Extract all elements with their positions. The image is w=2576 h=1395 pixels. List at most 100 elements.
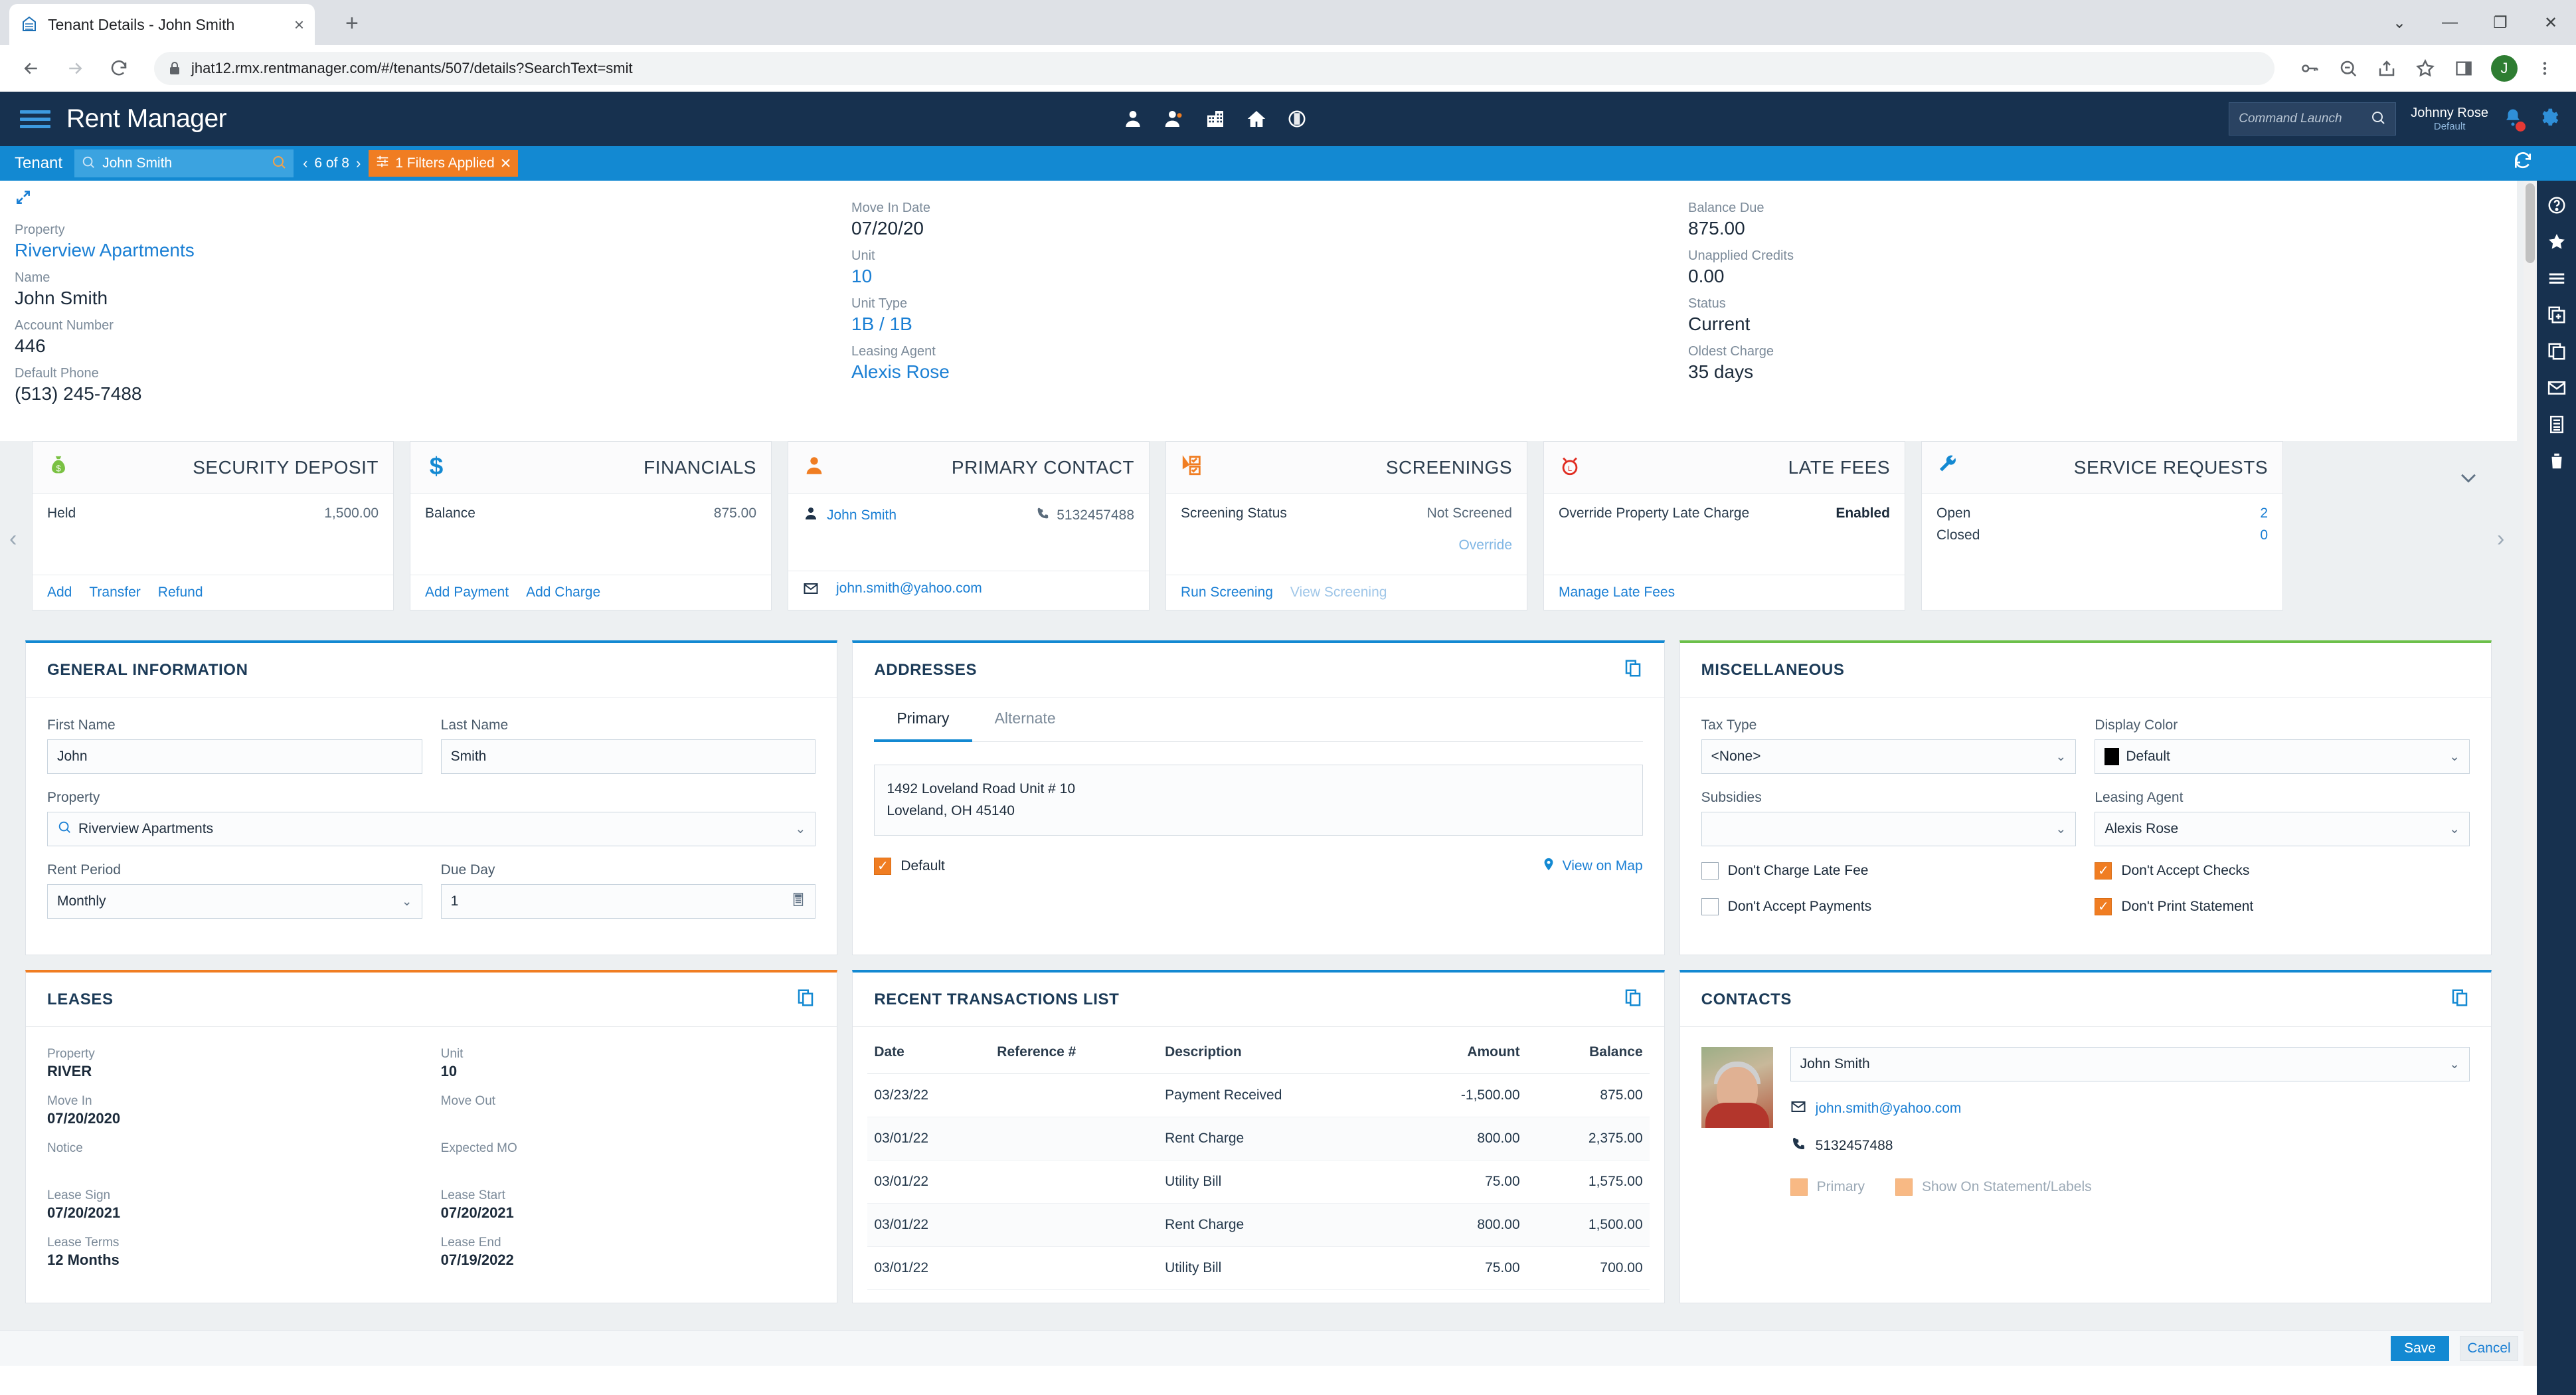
view-on-map-link[interactable]: View on Map: [1541, 856, 1643, 877]
forward-icon[interactable]: [57, 50, 93, 86]
user-menu[interactable]: Johnny Rose Default: [2411, 106, 2488, 132]
table-row[interactable]: 03/23/22 Payment Received -1,500.00 875.…: [867, 1073, 1650, 1117]
property-icon[interactable]: [1205, 108, 1226, 130]
column-header-balance[interactable]: Balance: [1526, 1044, 1650, 1074]
column-header-date[interactable]: Date: [867, 1044, 991, 1074]
table-row[interactable]: 03/01/22 Rent Charge 800.00 2,375.00: [867, 1117, 1650, 1161]
dont-accept-payments-checkbox[interactable]: Don't Accept Payments: [1701, 898, 2077, 915]
due-day-input[interactable]: 1: [440, 884, 816, 919]
close-window-button[interactable]: ✕: [2526, 0, 2576, 45]
tenant-search-input[interactable]: John Smith: [74, 149, 294, 177]
tenant-icon[interactable]: [1122, 108, 1144, 130]
minimize-button[interactable]: —: [2425, 0, 2475, 45]
tab-alternate-address[interactable]: Alternate: [972, 698, 1078, 742]
prospect-icon[interactable]: [1163, 108, 1185, 130]
card-row-value[interactable]: 0: [2260, 527, 2268, 543]
content-scrollbar[interactable]: [2524, 181, 2537, 1366]
browser-tab[interactable]: Tenant Details - John Smith ×: [9, 4, 315, 45]
first-name-input[interactable]: John: [47, 739, 422, 774]
refresh-icon[interactable]: [2512, 150, 2533, 175]
zoom-out-icon[interactable]: [2330, 50, 2366, 86]
notifications-bell-icon[interactable]: [2503, 108, 2526, 132]
trash-icon[interactable]: [2547, 451, 2567, 471]
browser-menu-icon[interactable]: [2527, 50, 2563, 86]
run-screening-link[interactable]: Run Screening: [1181, 585, 1273, 601]
leasing-agent-select[interactable]: Alexis Rose ⌄: [2095, 812, 2470, 846]
card-row-value[interactable]: 2: [2260, 506, 2268, 521]
contact-show-on-statement-checkbox[interactable]: Show On Statement/Labels: [1895, 1178, 2092, 1196]
close-tab-icon[interactable]: ×: [294, 16, 304, 33]
report-icon[interactable]: [2547, 415, 2567, 434]
primary-contact-name[interactable]: John Smith: [827, 508, 897, 523]
add-charge-link[interactable]: Add Charge: [526, 585, 600, 601]
manage-late-fees-link[interactable]: Manage Late Fees: [1559, 585, 1675, 601]
maximize-button[interactable]: ❐: [2475, 0, 2526, 45]
calculator-icon[interactable]: [791, 891, 806, 911]
property-select[interactable]: Riverview Apartments ⌄: [47, 812, 816, 846]
prev-record-button[interactable]: ‹: [303, 155, 307, 172]
contact-select[interactable]: John Smith ⌄: [1790, 1047, 2470, 1081]
profile-avatar[interactable]: J: [2491, 55, 2518, 82]
search-submit-icon[interactable]: [271, 154, 287, 173]
summary-value-property[interactable]: Riverview Apartments: [15, 240, 851, 261]
settings-gear-icon[interactable]: [2537, 107, 2559, 132]
column-header-amount[interactable]: Amount: [1395, 1044, 1527, 1074]
expand-icon[interactable]: [15, 189, 32, 209]
refund-deposit-link[interactable]: Refund: [158, 585, 203, 601]
address-default-checkbox[interactable]: Default: [874, 858, 945, 876]
reload-icon[interactable]: [101, 50, 137, 86]
contact-primary-checkbox[interactable]: Primary: [1790, 1178, 1865, 1196]
next-record-button[interactable]: ›: [356, 155, 361, 172]
share-icon[interactable]: [2369, 50, 2405, 86]
scrollbar-thumb[interactable]: [2526, 183, 2535, 263]
copy-icon[interactable]: [2547, 341, 2567, 361]
dont-accept-checks-checkbox[interactable]: Don't Accept Checks: [2095, 862, 2470, 880]
add-payment-link[interactable]: Add Payment: [425, 585, 509, 601]
tab-primary-address[interactable]: Primary: [874, 698, 972, 742]
help-icon[interactable]: [2547, 195, 2567, 215]
table-row[interactable]: 03/01/22 Utility Bill 75.00 1,575.00: [867, 1160, 1650, 1204]
summary-value-leasing-agent[interactable]: Alexis Rose: [851, 361, 1688, 383]
clear-filters-icon[interactable]: ✕: [500, 155, 512, 172]
column-header-description[interactable]: Description: [1158, 1044, 1395, 1074]
home-icon[interactable]: [1246, 108, 1267, 130]
address-textarea[interactable]: 1492 Loveland Road Unit # 10 Loveland, O…: [874, 765, 1643, 836]
transfer-deposit-link[interactable]: Transfer: [89, 585, 140, 601]
tax-type-select[interactable]: <None> ⌄: [1701, 739, 2077, 774]
add-deposit-link[interactable]: Add: [47, 585, 72, 601]
address-bar[interactable]: jhat12.rmx.rentmanager.com/#/tenants/507…: [154, 52, 2275, 85]
list-icon[interactable]: [2547, 268, 2567, 288]
summary-value-unit-type[interactable]: 1B / 1B: [851, 314, 1688, 335]
dont-charge-late-fee-checkbox[interactable]: Don't Charge Late Fee: [1701, 862, 2077, 880]
cancel-button[interactable]: Cancel: [2460, 1335, 2518, 1361]
side-panel-icon[interactable]: [2446, 50, 2482, 86]
table-row[interactable]: 03/01/22 Rent Charge 800.00 1,500.00: [867, 1203, 1650, 1247]
bookmark-star-icon[interactable]: [2407, 50, 2443, 86]
column-header-reference[interactable]: Reference #: [990, 1044, 1159, 1074]
copy-icon[interactable]: [2450, 988, 2470, 1011]
last-name-input[interactable]: Smith: [440, 739, 816, 774]
view-screening-link[interactable]: View Screening: [1290, 585, 1387, 601]
contact-email-row[interactable]: john.smith@yahoo.com: [1790, 1099, 2470, 1119]
override-screening-link[interactable]: Override: [1458, 537, 1512, 553]
copy-icon[interactable]: [1623, 988, 1643, 1011]
primary-contact-email-link[interactable]: john.smith@yahoo.com: [836, 581, 982, 601]
subsidies-select[interactable]: ⌄: [1701, 812, 2077, 846]
summary-value-unit[interactable]: 10: [851, 266, 1688, 287]
password-key-icon[interactable]: [2292, 50, 2328, 86]
filters-applied-chip[interactable]: 1 Filters Applied ✕: [369, 150, 519, 177]
display-color-select[interactable]: Default ⌄: [2095, 739, 2470, 774]
star-icon[interactable]: [2547, 232, 2567, 252]
dont-print-statement-checkbox[interactable]: Don't Print Statement: [2095, 898, 2470, 915]
info-icon[interactable]: [1287, 109, 1307, 129]
back-icon[interactable]: [13, 50, 49, 86]
command-launch-input[interactable]: Command Launch: [2229, 102, 2397, 136]
table-row[interactable]: 03/01/22 Utility Bill 75.00 700.00: [867, 1246, 1650, 1290]
copy-icon[interactable]: [1623, 658, 1643, 682]
menu-hamburger-icon[interactable]: [20, 106, 50, 132]
save-button[interactable]: Save: [2391, 1335, 2449, 1361]
rent-period-select[interactable]: Monthly ⌄: [47, 884, 422, 919]
mail-icon[interactable]: [2547, 378, 2567, 398]
copy-icon[interactable]: [796, 988, 816, 1011]
new-tab-button[interactable]: +: [345, 12, 359, 35]
